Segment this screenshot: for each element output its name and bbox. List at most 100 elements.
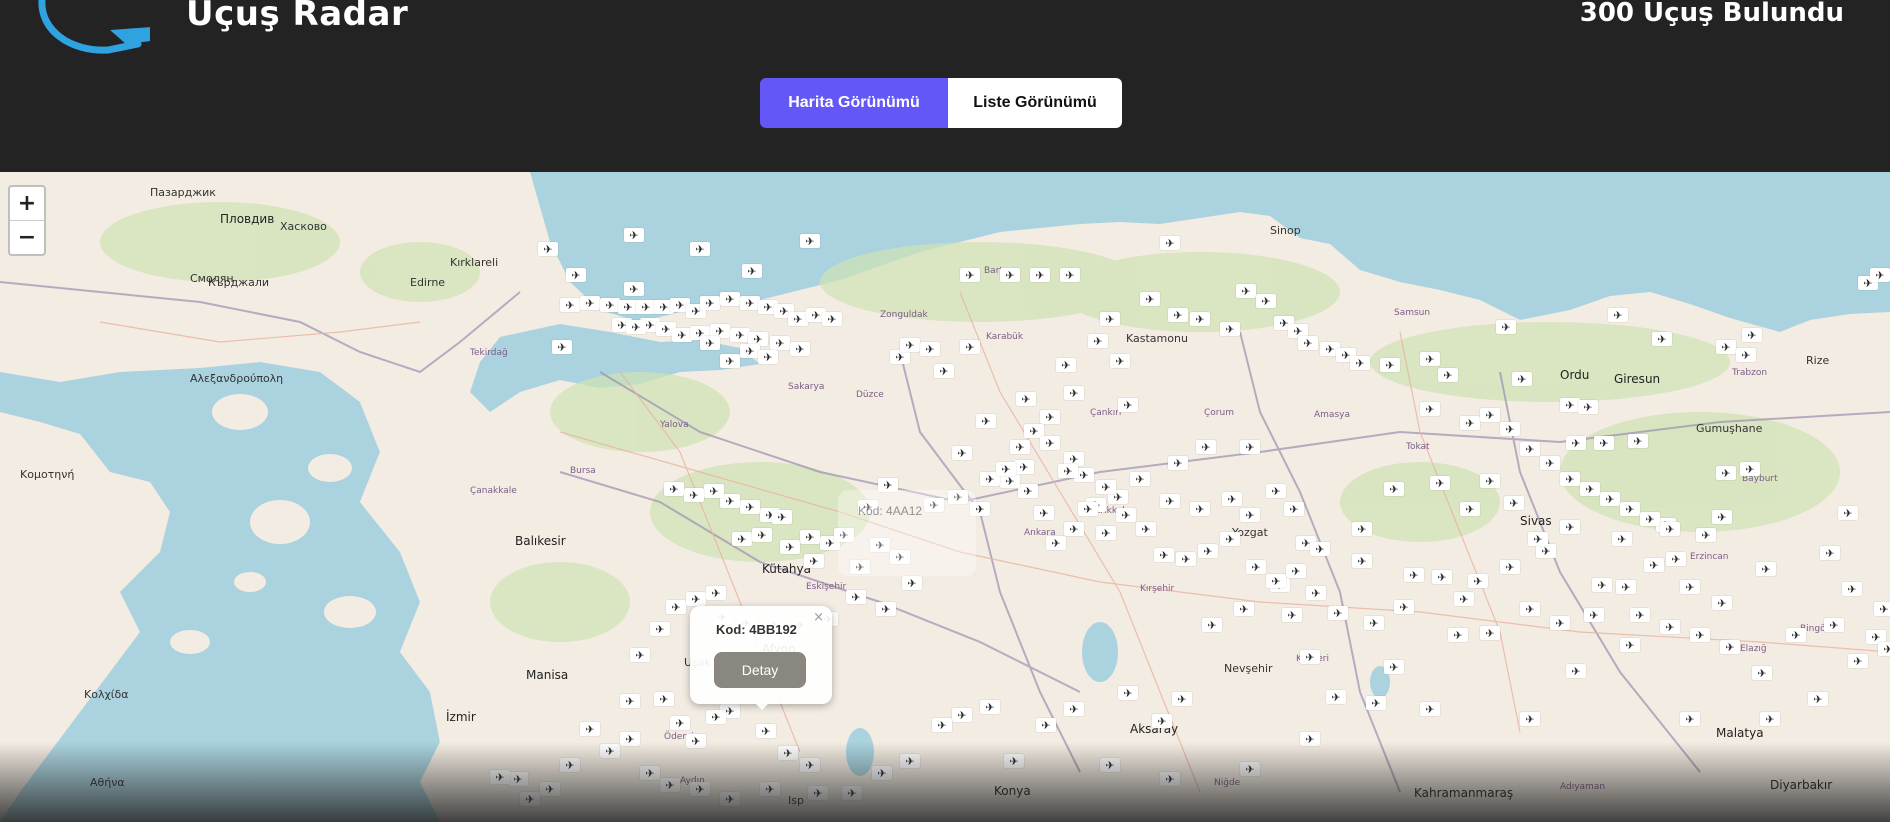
flight-marker[interactable]: ✈ (1004, 754, 1024, 768)
flight-marker[interactable]: ✈ (538, 242, 558, 256)
flight-marker[interactable]: ✈ (960, 268, 980, 282)
flight-marker[interactable]: ✈ (1286, 564, 1306, 578)
flight-marker[interactable]: ✈ (900, 754, 920, 768)
flight-marker[interactable]: ✈ (1284, 502, 1304, 516)
flight-marker[interactable]: ✈ (1550, 616, 1570, 630)
flight-marker[interactable]: ✈ (1136, 522, 1156, 536)
flight-marker[interactable]: ✈ (1352, 522, 1372, 536)
flight-marker[interactable]: ✈ (1404, 568, 1424, 582)
flight-marker[interactable]: ✈ (1220, 322, 1240, 336)
flight-marker[interactable]: ✈ (1116, 508, 1136, 522)
flight-marker[interactable]: ✈ (778, 746, 798, 760)
flight-marker[interactable]: ✈ (1640, 512, 1660, 526)
flight-marker[interactable]: ✈ (1160, 494, 1180, 508)
flight-marker[interactable]: ✈ (1236, 284, 1256, 298)
flight-marker[interactable]: ✈ (1100, 312, 1120, 326)
flight-marker[interactable]: ✈ (1168, 308, 1188, 322)
flight-marker[interactable]: ✈ (1520, 602, 1540, 616)
flight-marker[interactable]: ✈ (560, 298, 580, 312)
flight-marker[interactable]: ✈ (1480, 408, 1500, 422)
flight-marker[interactable]: ✈ (1752, 666, 1772, 680)
flight-marker[interactable]: ✈ (1168, 456, 1188, 470)
flight-marker[interactable]: ✈ (1460, 416, 1480, 430)
flight-marker[interactable]: ✈ (1282, 608, 1302, 622)
flight-marker[interactable]: ✈ (1432, 570, 1452, 584)
flight-marker[interactable]: ✈ (626, 320, 646, 334)
flight-marker[interactable]: ✈ (1036, 718, 1056, 732)
flight-marker[interactable]: ✈ (684, 488, 704, 502)
flight-marker[interactable]: ✈ (1842, 582, 1862, 596)
flight-marker[interactable]: ✈ (772, 510, 792, 524)
flight-marker[interactable]: ✈ (1608, 308, 1628, 322)
flight-marker[interactable]: ✈ (1394, 600, 1414, 614)
flight-marker[interactable]: ✈ (664, 482, 684, 496)
flight-marker[interactable]: ✈ (720, 292, 740, 306)
flight-marker[interactable]: ✈ (1266, 574, 1286, 588)
flight-marker[interactable]: ✈ (1612, 532, 1632, 546)
flight-marker[interactable]: ✈ (1500, 422, 1520, 436)
close-icon[interactable]: × (813, 610, 824, 625)
flight-marker[interactable]: ✈ (686, 592, 706, 606)
flight-marker[interactable]: ✈ (760, 782, 780, 796)
flight-marker[interactable]: ✈ (996, 462, 1016, 476)
flight-marker[interactable]: ✈ (932, 718, 952, 732)
flight-marker[interactable]: ✈ (1030, 268, 1050, 282)
flight-marker[interactable]: ✈ (620, 732, 640, 746)
flight-marker[interactable]: ✈ (740, 500, 760, 514)
flight-marker[interactable]: ✈ (902, 576, 922, 590)
flight-marker[interactable]: ✈ (636, 300, 656, 314)
flight-marker[interactable]: ✈ (1058, 464, 1078, 478)
flight-marker[interactable]: ✈ (1064, 702, 1084, 716)
flight-marker[interactable]: ✈ (1040, 410, 1060, 424)
flight-marker[interactable]: ✈ (624, 282, 644, 296)
flight-marker[interactable]: ✈ (1496, 320, 1516, 334)
flight-marker[interactable]: ✈ (1420, 352, 1440, 366)
flight-marker[interactable]: ✈ (1096, 480, 1116, 494)
flight-marker[interactable]: ✈ (1660, 522, 1680, 536)
flight-marker[interactable]: ✈ (1712, 596, 1732, 610)
flight-marker[interactable]: ✈ (1306, 586, 1326, 600)
flight-marker[interactable]: ✈ (1740, 462, 1760, 476)
flight-marker[interactable]: ✈ (566, 268, 586, 282)
flight-marker[interactable]: ✈ (780, 540, 800, 554)
flight-marker[interactable]: ✈ (752, 528, 772, 542)
flight-marker[interactable]: ✈ (1240, 762, 1260, 776)
flight-marker[interactable]: ✈ (1234, 602, 1254, 616)
flight-marker[interactable]: ✈ (1298, 336, 1318, 350)
flight-marker[interactable]: ✈ (1512, 372, 1532, 386)
flight-marker[interactable]: ✈ (800, 758, 820, 772)
flight-marker[interactable]: ✈ (1566, 664, 1586, 678)
flight-marker[interactable]: ✈ (980, 700, 1000, 714)
flight-marker[interactable]: ✈ (1176, 552, 1196, 566)
tab-list-view[interactable]: Liste Görünümü (948, 78, 1122, 128)
flight-marker[interactable]: ✈ (1578, 400, 1598, 414)
flight-marker[interactable]: ✈ (624, 228, 644, 242)
flight-marker[interactable]: ✈ (1078, 502, 1098, 516)
flight-marker[interactable]: ✈ (1430, 476, 1450, 490)
flight-marker[interactable]: ✈ (620, 694, 640, 708)
flight-marker[interactable]: ✈ (1366, 696, 1386, 710)
flight-marker[interactable]: ✈ (1256, 294, 1276, 308)
flight-marker[interactable]: ✈ (1364, 616, 1384, 630)
flight-marker[interactable]: ✈ (1838, 506, 1858, 520)
flight-marker[interactable]: ✈ (1014, 460, 1034, 474)
flight-marker[interactable]: ✈ (1018, 484, 1038, 498)
flight-marker[interactable]: ✈ (1870, 268, 1890, 282)
flight-marker[interactable]: ✈ (1620, 502, 1640, 516)
flight-marker[interactable]: ✈ (900, 338, 920, 352)
flight-marker[interactable]: ✈ (1420, 702, 1440, 716)
flight-marker[interactable]: ✈ (1712, 510, 1732, 524)
flight-marker[interactable]: ✈ (1680, 712, 1700, 726)
flight-marker[interactable]: ✈ (1580, 482, 1600, 496)
flight-marker[interactable]: ✈ (1096, 526, 1116, 540)
flight-marker[interactable]: ✈ (1384, 482, 1404, 496)
flight-marker[interactable]: ✈ (1696, 528, 1716, 542)
flight-marker[interactable]: ✈ (1720, 640, 1740, 654)
flight-marker[interactable]: ✈ (808, 786, 828, 800)
flight-marker[interactable]: ✈ (1088, 334, 1108, 348)
flight-marker[interactable]: ✈ (1384, 660, 1404, 674)
flight-marker[interactable]: ✈ (1716, 340, 1736, 354)
flight-marker[interactable]: ✈ (1616, 580, 1636, 594)
flight-marker[interactable]: ✈ (934, 364, 954, 378)
flight-marker[interactable]: ✈ (654, 692, 674, 706)
